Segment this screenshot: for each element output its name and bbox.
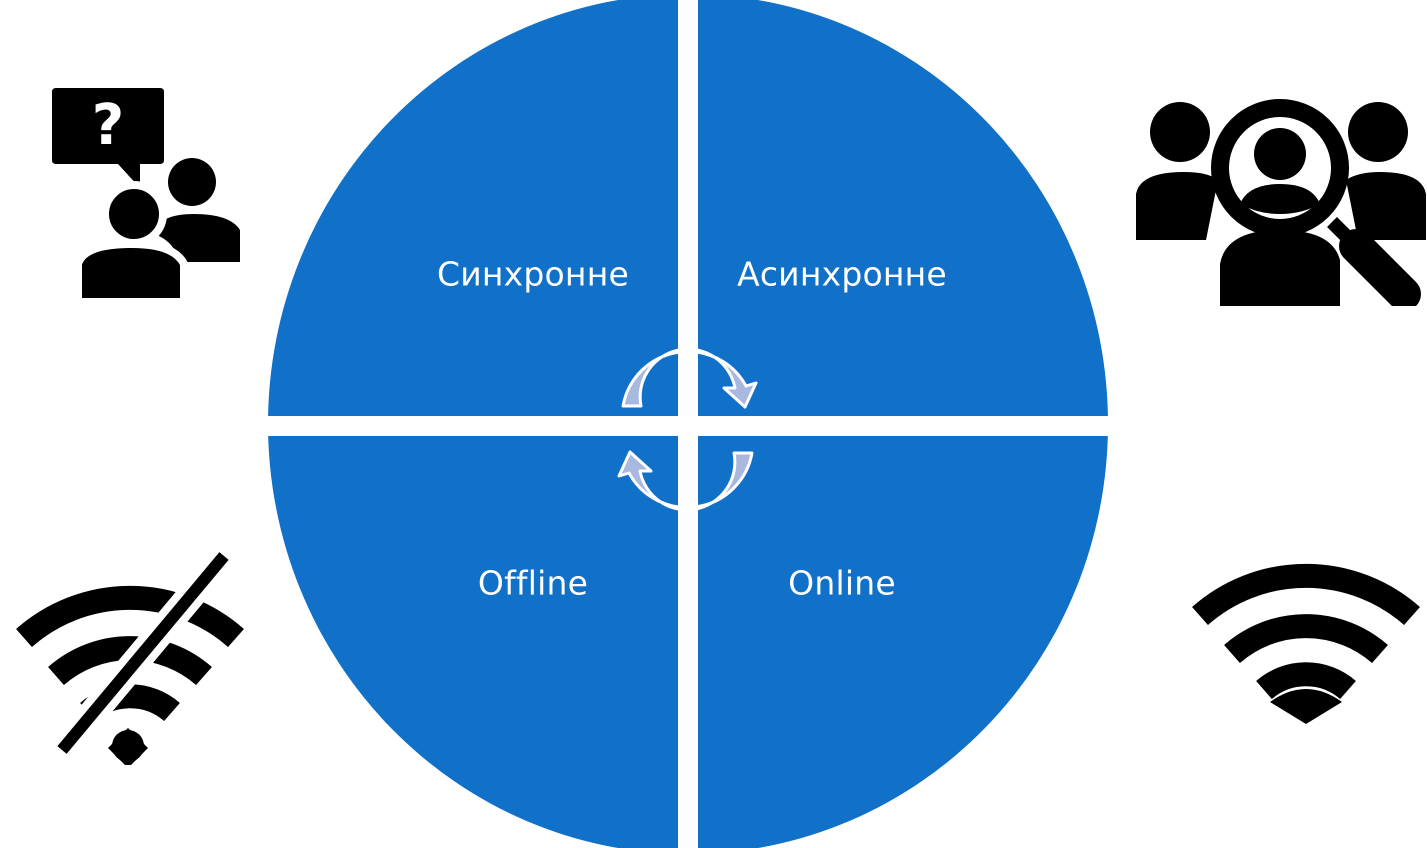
diagram-stage: Синхронне Асинхронне Offline Online ? [0, 0, 1427, 848]
quadrant-top-right [698, 0, 1108, 416]
wifi-icon [1192, 563, 1420, 724]
wifi-off-icon [16, 550, 244, 765]
quadrant-bottom-left [268, 436, 678, 848]
quadrant-top-left [268, 0, 678, 416]
question-people-icon: ? [52, 88, 240, 304]
quadrant-label-online: Online [788, 563, 896, 603]
svg-text:?: ? [92, 93, 124, 158]
quadrant-label-offline: Offline [477, 563, 589, 603]
quadrant-label-asynchronous: Асинхронне [737, 254, 947, 294]
quadrant-label-synchronous: Синхронне [437, 254, 629, 294]
quadrant-bottom-right [698, 436, 1108, 848]
people-search-icon [1136, 99, 1426, 306]
cycle-arrows-icon [617, 347, 758, 512]
